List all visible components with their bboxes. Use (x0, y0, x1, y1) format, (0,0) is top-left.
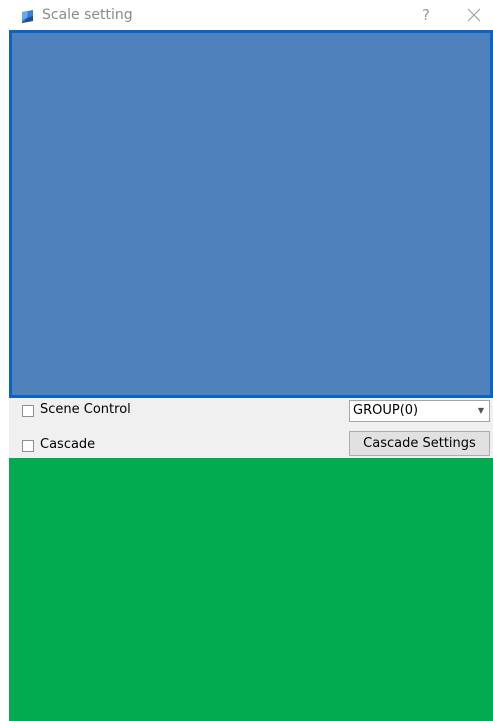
controls-area: Scene Control GROUP(0) ▼ Cascade Cascade… (9, 398, 493, 458)
help-button[interactable]: ? (416, 5, 436, 25)
window-outer-edge (0, 0, 9, 721)
chevron-down-icon: ▼ (477, 406, 484, 415)
scene-view-panel[interactable] (9, 30, 493, 398)
title-bar[interactable]: Scale setting ? (9, 0, 493, 30)
group-select[interactable]: GROUP(0) ▼ (349, 400, 490, 422)
cascade-settings-button[interactable]: Cascade Settings (349, 431, 490, 456)
group-select-value: GROUP(0) (353, 403, 419, 418)
scene-control-label[interactable]: Scene Control (40, 402, 131, 417)
cascade-checkbox[interactable] (22, 440, 34, 452)
preview-panel[interactable] (9, 458, 493, 721)
cascade-label[interactable]: Cascade (40, 437, 95, 452)
scale-setting-dialog: Scale setting ? Scene Control GROUP(0) ▼… (9, 0, 493, 721)
scene-control-checkbox[interactable] (22, 405, 34, 417)
window-title: Scale setting (42, 7, 133, 23)
close-icon[interactable] (463, 5, 485, 25)
app-icon (22, 10, 33, 23)
